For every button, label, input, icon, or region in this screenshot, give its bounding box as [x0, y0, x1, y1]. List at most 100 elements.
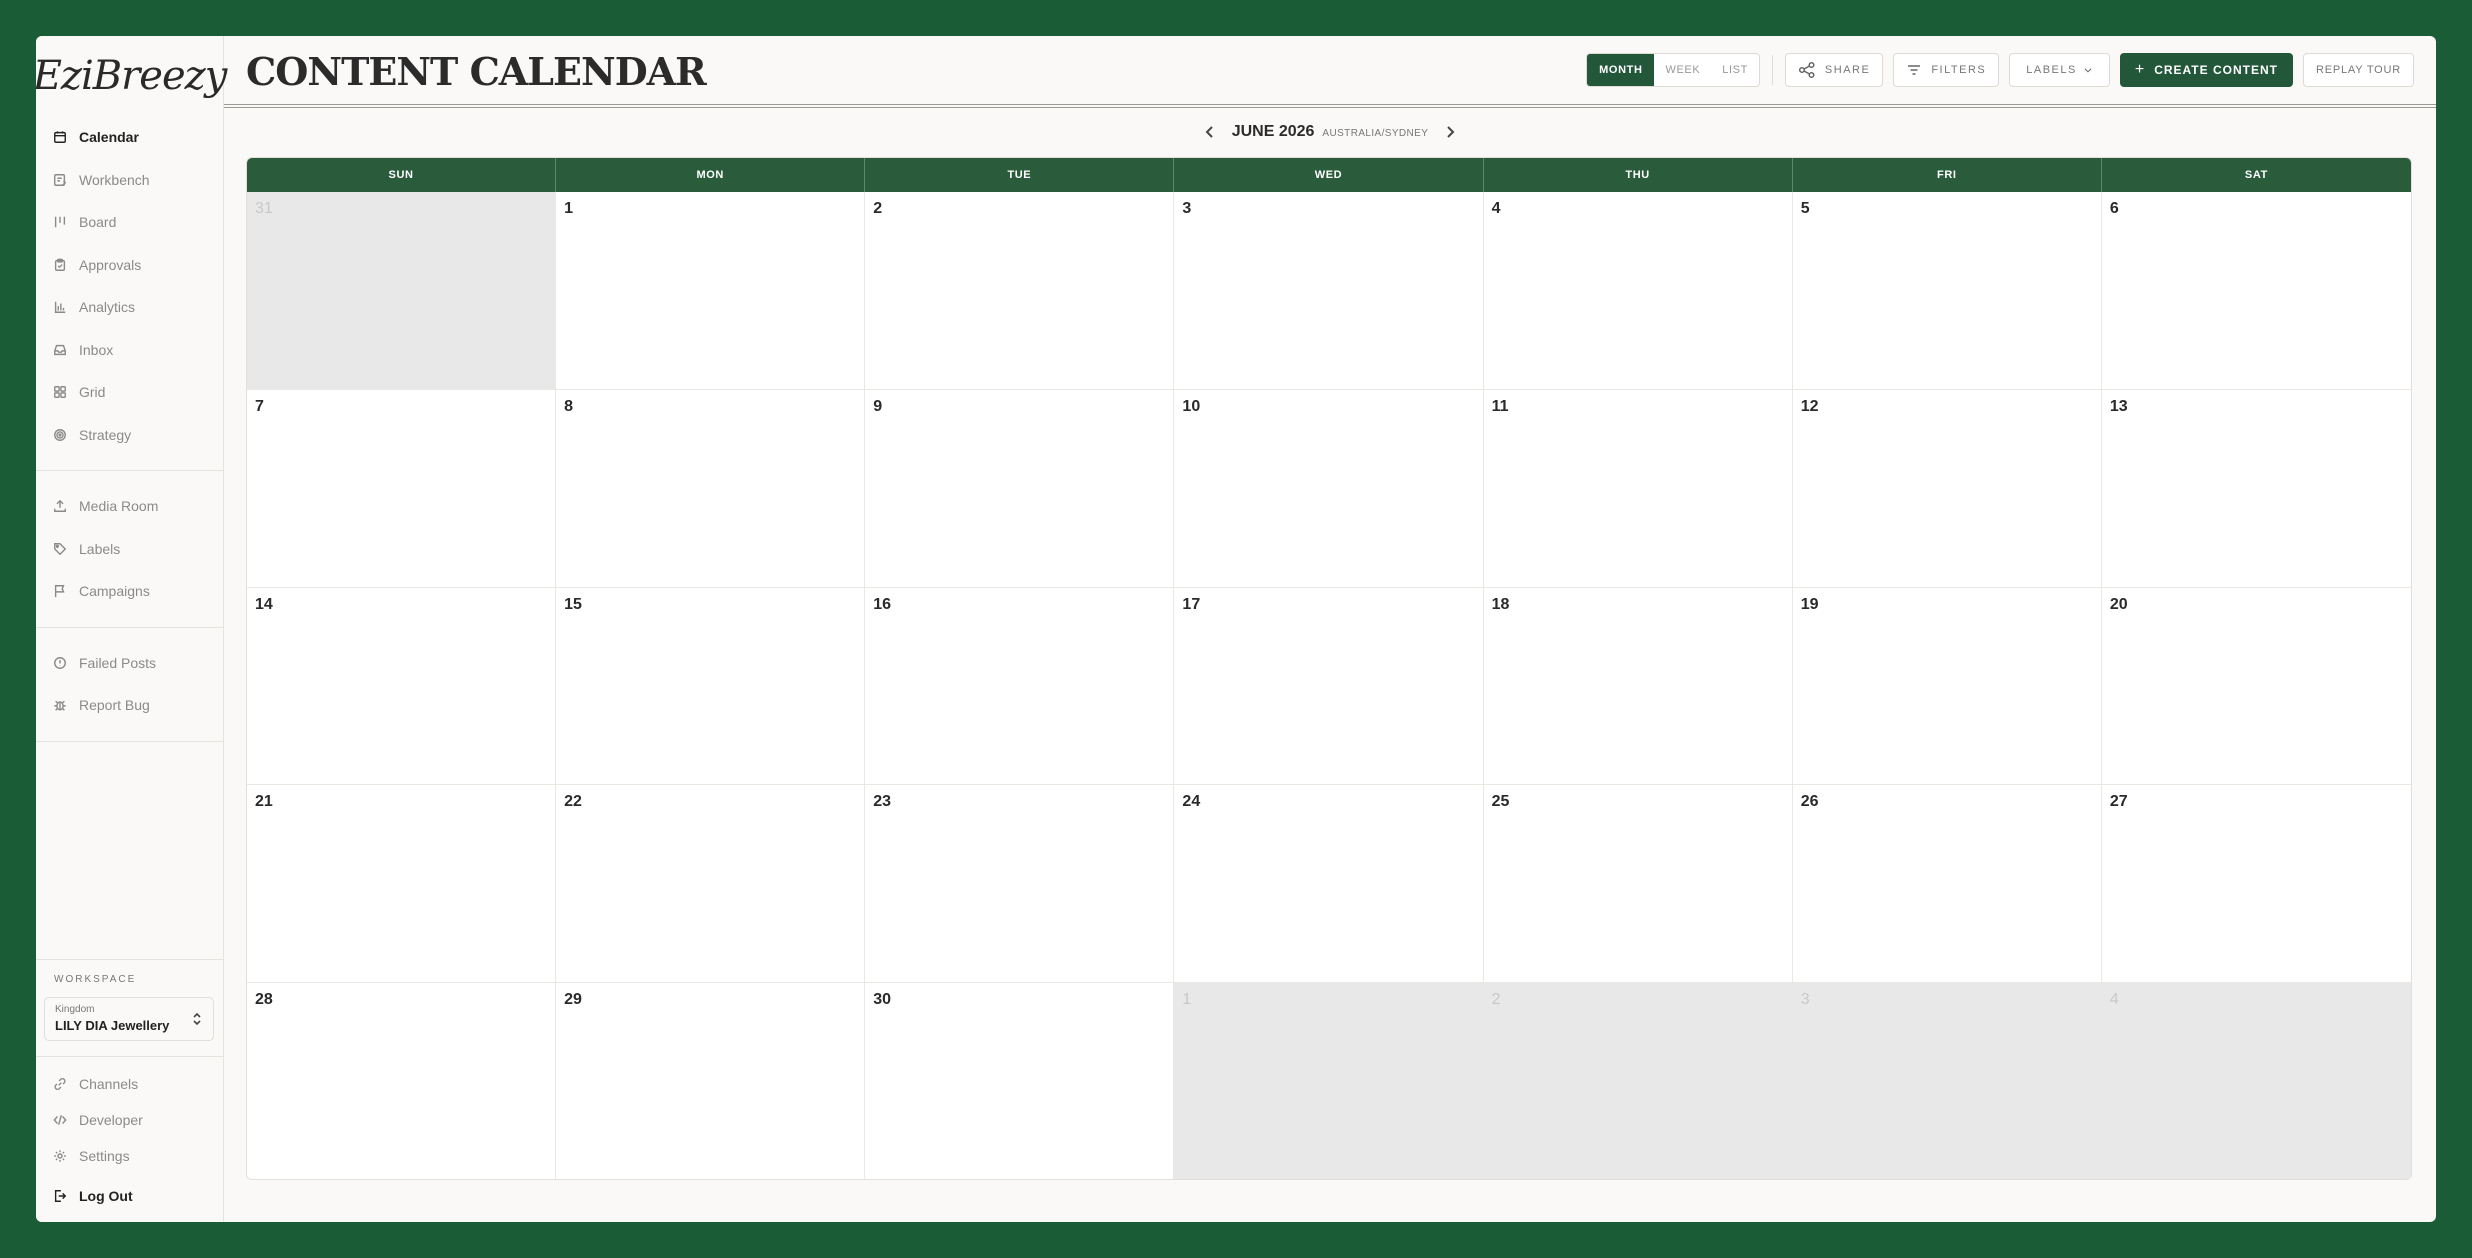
day-cell[interactable]: 3 [1792, 983, 2102, 1179]
day-cell[interactable]: 2 [865, 192, 1175, 390]
sidebar-item-log-out[interactable]: Log Out [36, 1178, 223, 1214]
day-number: 31 [255, 200, 273, 217]
sidebar-item-label: Report Bug [79, 697, 150, 714]
day-cell[interactable]: 1 [1174, 983, 1484, 1179]
sidebar-item-developer[interactable]: Developer [36, 1102, 223, 1138]
sidebar-item-label: Grid [79, 384, 106, 401]
day-cell[interactable]: 3 [1174, 192, 1484, 390]
timezone-label[interactable]: AUSTRALIA/SYDNEY [1322, 128, 1428, 139]
day-cell[interactable]: 9 [865, 389, 1175, 588]
sidebar-item-report-bug[interactable]: Report Bug [36, 684, 223, 727]
day-number: 5 [1800, 200, 1810, 217]
create-content-button[interactable]: + CREATE CONTENT [2119, 53, 2293, 87]
day-cell[interactable]: 6 [2101, 192, 2411, 390]
sidebar-item-grid[interactable]: Grid [36, 371, 223, 414]
prev-month-button[interactable] [1200, 122, 1220, 142]
day-number: 3 [1800, 991, 1810, 1009]
day-number: 15 [564, 595, 582, 613]
sidebar-item-calendar[interactable]: Calendar [36, 116, 223, 159]
view-month-button[interactable]: MONTH [1587, 54, 1655, 86]
sidebar-item-analytics[interactable]: Analytics [36, 286, 223, 329]
code-icon [52, 1113, 67, 1128]
weekday-mon: MON [556, 158, 866, 192]
nav-tertiary: Failed Posts Report Bug [36, 636, 223, 733]
day-cell[interactable]: 7 [247, 389, 557, 588]
labels-dropdown[interactable]: LABELS [2009, 53, 2110, 87]
workbench-icon [52, 172, 67, 187]
sidebar-item-campaigns[interactable]: Campaigns [36, 570, 223, 613]
sidebar-item-strategy[interactable]: Strategy [36, 414, 223, 457]
sidebar-item-inbox[interactable]: Inbox [36, 329, 223, 372]
day-cell[interactable]: 23 [865, 785, 1175, 984]
sidebar-item-settings[interactable]: Settings [36, 1138, 223, 1174]
day-cell[interactable]: 16 [865, 587, 1175, 786]
workspace-switcher[interactable]: Kingdom LILY DIA Jewellery [44, 997, 214, 1041]
day-number: 9 [873, 397, 883, 415]
sidebar-item-label: Calendar [79, 129, 139, 146]
day-cell[interactable]: 30 [865, 983, 1175, 1179]
brand-logo[interactable]: EziBreezy [36, 36, 227, 110]
day-cell[interactable]: 15 [556, 587, 866, 786]
day-cell[interactable]: 14 [247, 587, 557, 786]
day-number: 28 [255, 991, 273, 1009]
flag-icon [52, 584, 67, 599]
filters-label: FILTERS [1931, 64, 1987, 76]
chevron-down-icon [2084, 68, 2092, 73]
day-number: 26 [1800, 793, 1819, 811]
sidebar-item-failed-posts[interactable]: Failed Posts [36, 642, 223, 685]
chevron-right-icon [1447, 126, 1455, 138]
sidebar-item-label: Log Out [79, 1188, 133, 1204]
day-number: 30 [873, 991, 892, 1009]
day-number: 11 [1491, 397, 1509, 415]
sidebar-item-label: Labels [79, 540, 121, 557]
share-button[interactable]: SHARE [1784, 53, 1884, 87]
sidebar-item-approvals[interactable]: Approvals [36, 244, 223, 287]
share-label: SHARE [1824, 64, 1871, 76]
day-cell[interactable]: 11 [1483, 389, 1793, 588]
day-number: 6 [2109, 200, 2119, 217]
sidebar-item-media-room[interactable]: Media Room [36, 485, 223, 528]
day-cell[interactable]: 10 [1174, 389, 1484, 588]
day-cell[interactable]: 26 [1792, 785, 2102, 984]
day-cell[interactable]: 22 [556, 785, 866, 984]
sidebar-item-labels[interactable]: Labels [36, 528, 223, 571]
day-cell[interactable]: 31 [247, 192, 557, 390]
next-month-button[interactable] [1440, 122, 1460, 142]
month-calendar: SUN MON TUE WED THU FRI SAT 31 1 2 3 4 5 6 7 8 9 10 11 12 1… [246, 157, 2412, 1180]
day-cell[interactable]: 4 [1483, 192, 1793, 390]
sidebar-item-label: Board [79, 214, 117, 231]
day-cell[interactable]: 29 [556, 983, 866, 1179]
upload-icon [52, 499, 67, 514]
day-cell[interactable]: 18 [1483, 587, 1793, 786]
day-number: 17 [1182, 595, 1201, 613]
day-cell[interactable]: 20 [2101, 587, 2411, 786]
day-cell[interactable]: 8 [556, 389, 866, 588]
day-cell[interactable]: 2 [1483, 983, 1793, 1179]
day-cell[interactable]: 12 [1792, 389, 2102, 588]
sidebar-item-board[interactable]: Board [36, 201, 223, 244]
day-cell[interactable]: 5 [1792, 192, 2102, 390]
day-cell[interactable]: 13 [2101, 389, 2411, 588]
filters-button[interactable]: FILTERS [1893, 53, 2000, 87]
day-cell[interactable]: 19 [1792, 587, 2102, 786]
day-cell[interactable]: 1 [556, 192, 866, 390]
view-week-button[interactable]: WEEK [1654, 54, 1711, 86]
day-cell[interactable]: 24 [1174, 785, 1484, 984]
sidebar-item-channels[interactable]: Channels [36, 1066, 223, 1102]
view-list-button[interactable]: LIST [1711, 54, 1759, 86]
day-cell[interactable]: 27 [2101, 785, 2411, 984]
day-cell[interactable]: 17 [1174, 587, 1484, 786]
sidebar-item-label: Media Room [79, 498, 159, 515]
sidebar-item-workbench[interactable]: Workbench [36, 159, 223, 202]
day-number: 20 [2109, 595, 2128, 613]
chevron-up-down-icon [191, 1010, 203, 1028]
day-cell[interactable]: 21 [247, 785, 557, 984]
day-cell[interactable]: 4 [2101, 983, 2411, 1179]
weekday-wed: WED [1174, 158, 1484, 192]
day-cell[interactable]: 28 [247, 983, 557, 1179]
replay-tour-button[interactable]: REPLAY TOUR [2302, 53, 2414, 87]
page-header: CONTENT CALENDAR MONTH WEEK LIST SHARE FIL… [224, 36, 2436, 108]
weekday-thu: THU [1484, 158, 1793, 192]
day-number: 8 [564, 397, 574, 415]
day-cell[interactable]: 25 [1483, 785, 1793, 984]
